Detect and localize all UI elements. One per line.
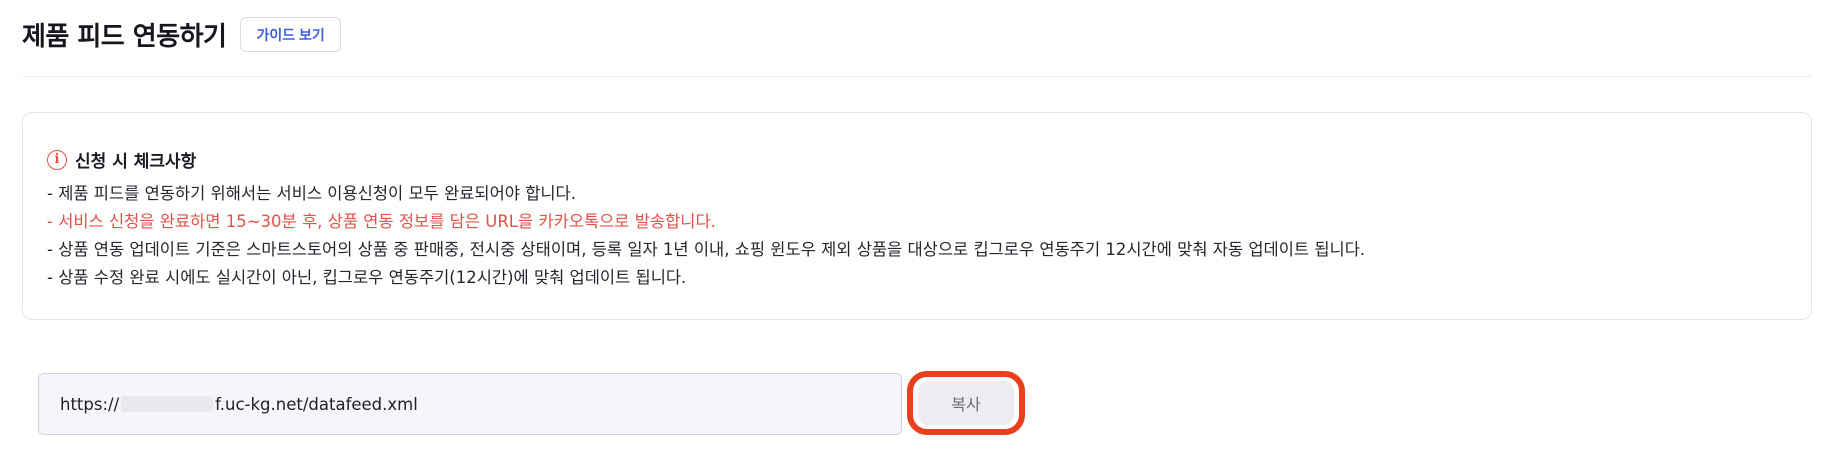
copy-button-highlight: 복사 <box>907 371 1025 435</box>
notice-line: - 상품 수정 완료 시에도 실시간이 아닌, 킵그로우 연동주기(12시간)에… <box>47 268 687 287</box>
notice-line: - 제품 피드를 연동하기 위해서는 서비스 이용신청이 모두 완료되어야 합니… <box>47 184 576 203</box>
copy-button[interactable]: 복사 <box>918 381 1014 425</box>
page: 제품 피드 연동하기 가이드 보기 i 신청 시 체크사항 - 제품 피드를 연… <box>0 0 1830 468</box>
header-divider <box>22 76 1812 77</box>
guide-button[interactable]: 가이드 보기 <box>240 17 341 52</box>
info-circle-icon: i <box>47 149 67 170</box>
feed-url-field[interactable]: https:// f.uc-kg.net/datafeed.xml <box>38 373 902 435</box>
notice-title: 신청 시 체크사항 <box>75 152 197 172</box>
notice-box: i 신청 시 체크사항 - 제품 피드를 연동하기 위해서는 서비스 이용신청이… <box>22 112 1812 320</box>
redacted-url-mask <box>121 396 214 412</box>
feed-url-suffix: f.uc-kg.net/datafeed.xml <box>215 394 418 414</box>
page-title: 제품 피드 연동하기 <box>22 22 227 52</box>
header: 제품 피드 연동하기 가이드 보기 <box>22 16 341 53</box>
notice-line: - 상품 연동 업데이트 기준은 스마트스토어의 상품 중 판매중, 전시중 상… <box>47 240 1366 259</box>
notice-header: i 신청 시 체크사항 <box>47 147 196 172</box>
notice-line-highlight: - 서비스 신청을 완료하면 15~30분 후, 상품 연동 정보를 담은 UR… <box>47 212 716 231</box>
feed-url-prefix: https:// <box>60 394 120 414</box>
notice-list: - 제품 피드를 연동하기 위해서는 서비스 이용신청이 모두 완료되어야 합니… <box>47 180 1365 292</box>
